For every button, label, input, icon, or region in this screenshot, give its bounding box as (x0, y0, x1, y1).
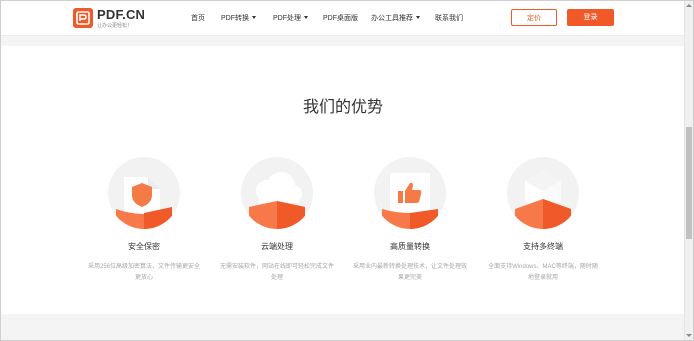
feature-card-multi-device: 支持多终端 全面支持Windows、MAC等终端，随时随地登录就用 (476, 157, 610, 284)
vertical-scrollbar[interactable] (684, 1, 693, 340)
caret-down-icon (416, 16, 420, 19)
shield-document-icon (108, 157, 180, 229)
section-title: 我们的优势 (302, 99, 383, 116)
feature-name: 安全保密 (128, 242, 160, 251)
scroll-down-arrow-icon[interactable] (686, 334, 692, 337)
feature-name: 支持多终端 (523, 242, 563, 251)
login-button[interactable]: 登录 (567, 9, 614, 26)
nav-item-home[interactable]: 首页 (191, 13, 205, 23)
site-logo[interactable]: PDF.CN 让办公更轻松！ (73, 7, 146, 30)
feature-description: 采用业内最新转换处理技术，让文件处理效果更完美 (353, 264, 468, 281)
scroll-up-arrow-icon[interactable] (686, 4, 692, 7)
feature-name: 云端处理 (261, 242, 293, 251)
nav-item-office-tools[interactable]: 办公工具推荐 (371, 13, 420, 23)
feature-card-quality: 高质量转换 采用业内最新转换处理技术，让文件处理效果更完美 (343, 157, 477, 284)
feature-description: 采用256位高级加密算法，文件传输更安全更放心 (87, 264, 200, 281)
brand-slogan: 让办公更轻松！ (97, 23, 133, 29)
caret-down-icon (304, 16, 308, 19)
scrollbar-thumb[interactable] (686, 127, 692, 239)
browser-window: PDF.CN 让办公更轻松！ 首页 PDF转换 PDF处理 PDF桌面版 办公工… (0, 0, 694, 341)
nav-item-pdf-process[interactable]: PDF处理 (273, 13, 308, 23)
nav-item-contact[interactable]: 联系我们 (435, 13, 463, 23)
pricing-button[interactable]: 定价 (511, 9, 557, 26)
advantages-section: 我们的优势 安全保密 采用256位高级加密算法，文件传输更安全更放心 云端处理 … (1, 46, 685, 314)
nav-item-pdf-desktop[interactable]: PDF桌面版 (323, 13, 358, 23)
nav-item-pdf-convert[interactable]: PDF转换 (221, 13, 256, 23)
caret-down-icon (252, 16, 256, 19)
feature-name: 高质量转换 (390, 242, 430, 251)
feature-description: 无需安装软件，网站在线即可轻松完成文件处理 (220, 264, 335, 281)
feature-card-security: 安全保密 采用256位高级加密算法，文件传输更安全更放心 (77, 157, 211, 284)
pdf-logo-icon (73, 8, 93, 28)
brand-name: PDF.CN (97, 7, 146, 22)
feature-description: 全面支持Windows、MAC等终端，随时随地登录就用 (488, 264, 598, 281)
site-header: PDF.CN 让办公更轻松！ 首页 PDF转换 PDF处理 PDF桌面版 办公工… (1, 1, 685, 36)
cloud-icon (241, 157, 313, 229)
feature-card-cloud: 云端处理 无需安装软件，网站在线即可轻松完成文件处理 (210, 157, 344, 284)
thumbs-up-icon (374, 157, 446, 229)
multi-device-icon (507, 157, 579, 229)
